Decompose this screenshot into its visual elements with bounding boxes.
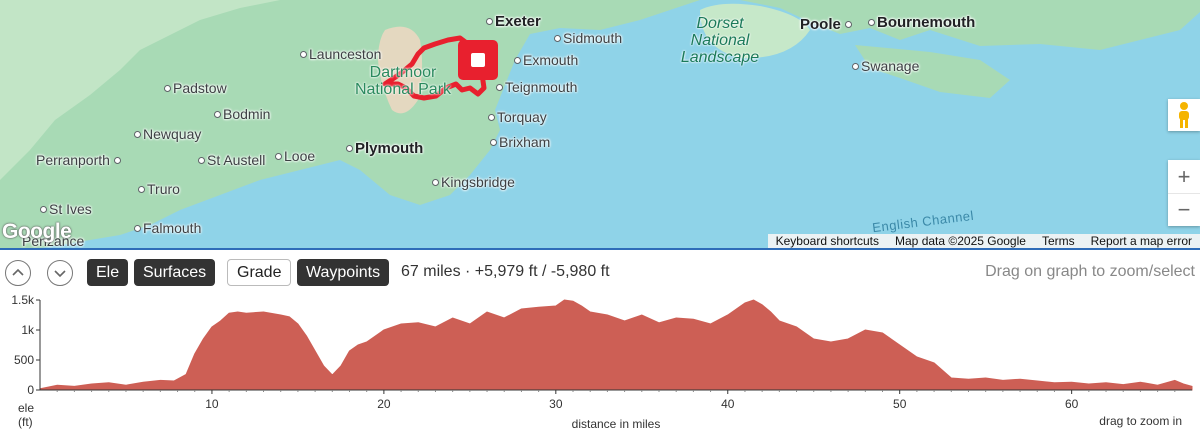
tab-waypoints[interactable]: Waypoints	[297, 259, 390, 286]
place-label: Teignmouth	[496, 79, 577, 95]
place-label: St Austell	[198, 152, 265, 168]
dorset-landscape-label: Dorset National Landscape	[680, 15, 760, 66]
place-label: Poole	[800, 17, 854, 33]
place-label: Looe	[275, 148, 315, 164]
place-label: Torquay	[488, 109, 547, 125]
graph-hint: Drag on graph to zoom/select	[985, 263, 1195, 280]
zoom-control: + −	[1168, 160, 1200, 226]
pegman-icon	[1179, 102, 1189, 128]
place-label: Padstow	[164, 80, 227, 96]
y-axis-unit: (ft)	[18, 415, 33, 429]
map-data-text: Map data ©2025 Google	[895, 234, 1026, 248]
y-tick-label: 0	[27, 383, 34, 397]
chevron-down-icon	[54, 270, 66, 278]
place-label: Sidmouth	[554, 30, 622, 46]
x-tick-label: 50	[893, 397, 907, 411]
place-label: Falmouth	[134, 220, 201, 236]
place-label: Brixham	[490, 134, 550, 150]
x-tick-label: 60	[1065, 397, 1079, 411]
x-axis-label: distance in miles	[572, 417, 661, 430]
tab-elevation[interactable]: Ele	[87, 259, 129, 286]
terms-link[interactable]: Terms	[1034, 234, 1083, 248]
place-label: Bodmin	[214, 106, 270, 122]
map-view[interactable]: Exeter Launceston Sidmouth Exmouth Teign…	[0, 0, 1200, 248]
place-label: Exeter	[486, 14, 541, 30]
panel-divider[interactable]	[0, 248, 1200, 250]
tab-grade[interactable]: Grade	[227, 259, 292, 286]
elevation-area	[39, 299, 1193, 391]
elevation-chart[interactable]: 0 500 1k 1.5k 10 20 30 40 50 60 ele (ft) distanc…	[0, 292, 1200, 430]
y-axis-label: ele	[18, 401, 34, 415]
place-label: Truro	[138, 181, 180, 197]
y-tick-label: 1k	[21, 323, 35, 337]
x-tick-label: 10	[205, 397, 219, 411]
x-tick-label: 20	[377, 397, 391, 411]
map-attribution-bar: Keyboard shortcuts Map data ©2025 Google…	[767, 234, 1200, 248]
report-map-error-link[interactable]: Report a map error	[1083, 234, 1200, 248]
place-label: Plymouth	[346, 141, 423, 157]
place-label: Exmouth	[514, 52, 578, 68]
collapse-up-button[interactable]	[5, 260, 31, 286]
place-label: St Ives	[40, 201, 92, 217]
place-label: Newquay	[134, 126, 201, 142]
y-tick-label: 1.5k	[11, 293, 35, 307]
place-label: Swanage	[852, 58, 919, 74]
street-view-pegman-button[interactable]	[1168, 99, 1200, 131]
expand-down-button[interactable]	[47, 260, 73, 286]
zoom-hint: drag to zoom in	[1099, 414, 1182, 428]
keyboard-shortcuts-link[interactable]: Keyboard shortcuts	[768, 234, 887, 248]
y-tick-label: 500	[14, 353, 34, 367]
x-tick-label: 30	[549, 397, 563, 411]
zoom-in-button[interactable]: +	[1168, 160, 1200, 193]
google-logo: Google	[2, 220, 72, 243]
route-stats: 67 miles · +5,979 ft / -5,980 ft	[401, 263, 610, 280]
zoom-out-button[interactable]: −	[1168, 193, 1200, 226]
tab-surfaces[interactable]: Surfaces	[134, 259, 216, 286]
elevation-toolbar: Ele Surfaces Grade Waypoints 67 miles · …	[0, 256, 1200, 288]
dartmoor-park-label: Dartmoor National Park	[354, 64, 452, 98]
x-tick-label: 40	[721, 397, 735, 411]
chevron-up-icon	[12, 268, 24, 276]
place-label: Perranporth	[36, 152, 123, 168]
place-label: Bournemouth	[868, 15, 975, 31]
route-end-marker[interactable]	[458, 40, 498, 84]
place-label: Kingsbridge	[432, 174, 515, 190]
place-label: Launceston	[300, 46, 381, 62]
